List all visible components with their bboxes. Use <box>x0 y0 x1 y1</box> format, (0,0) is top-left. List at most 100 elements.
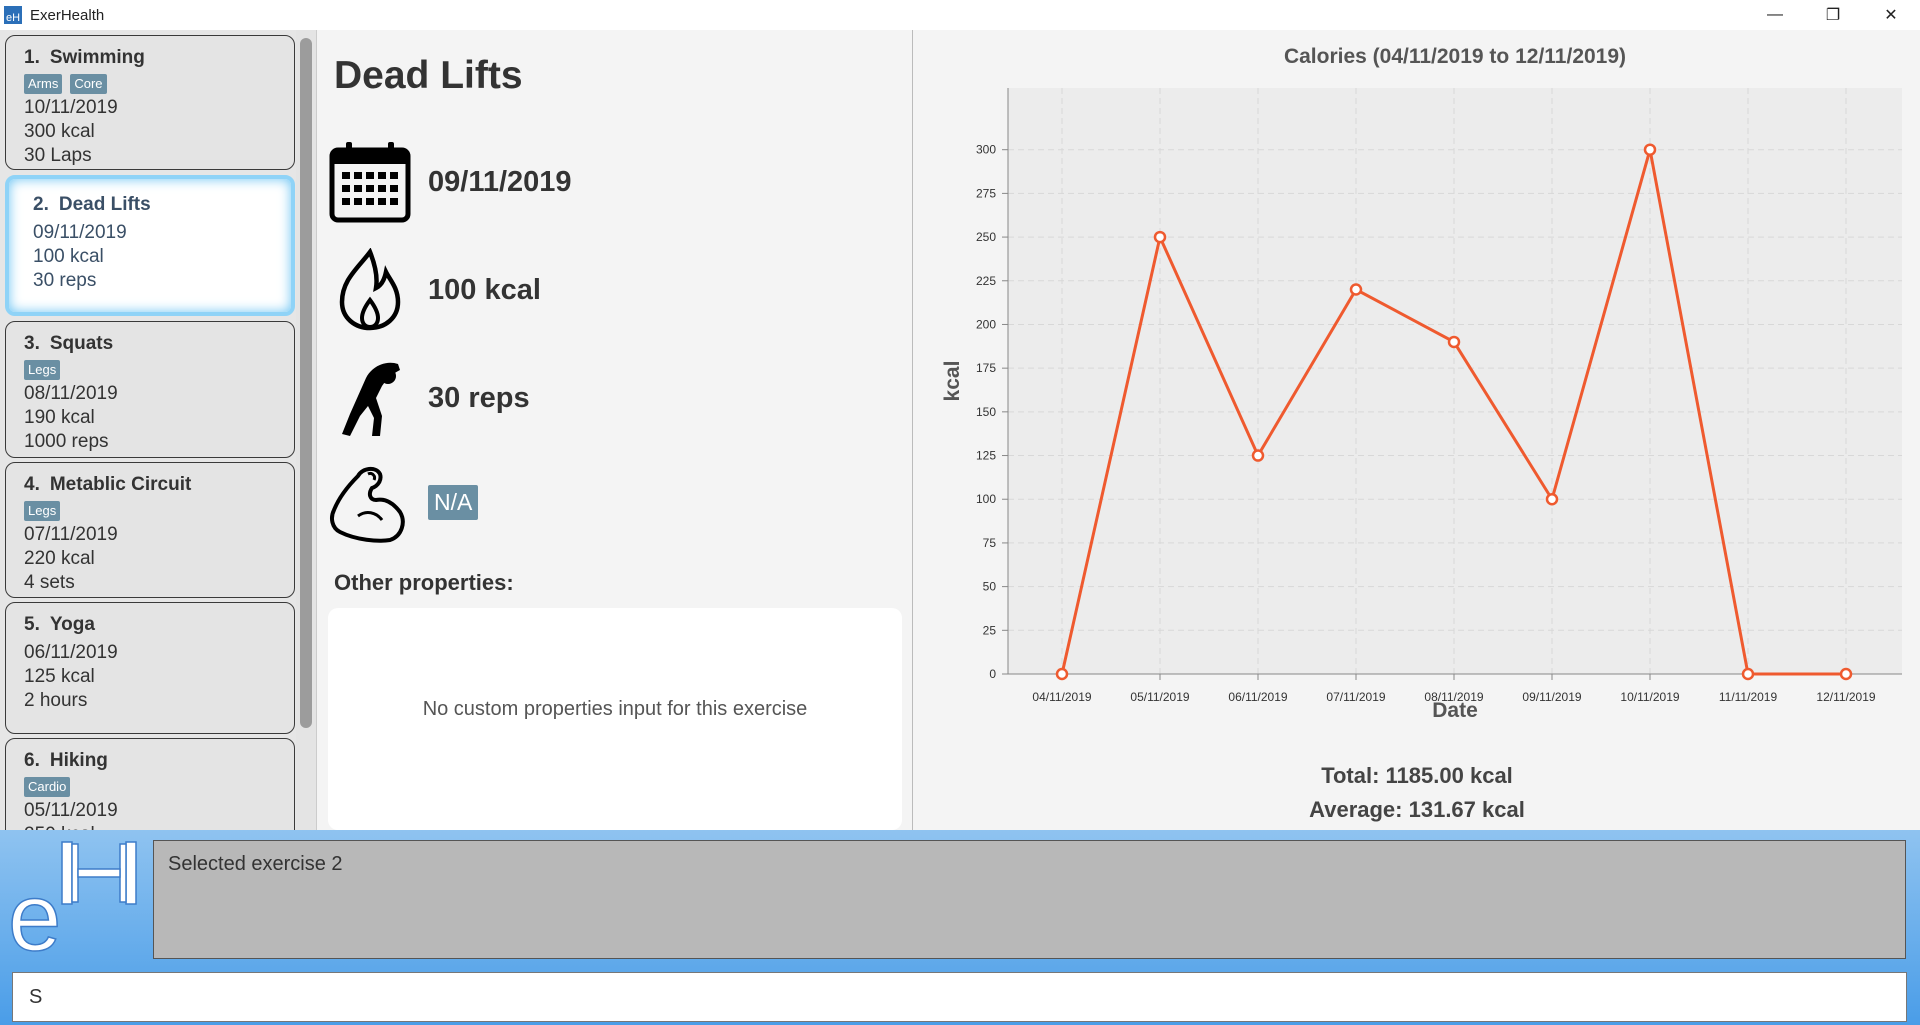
data-point <box>1349 283 1363 296</box>
data-point <box>1055 667 1069 681</box>
muscle-tag: Legs <box>24 360 61 380</box>
exercise-card-quantity: 1000 reps <box>24 431 109 452</box>
detail-calories: 100 kcal <box>428 273 541 306</box>
muscle-tag: Legs <box>24 501 61 521</box>
exercise-card-header: 6. Hiking <box>24 749 276 773</box>
exercise-card-tags: Legs <box>24 360 276 380</box>
other-properties-title: Other properties: <box>334 570 514 595</box>
exercise-card-tags: Arms Core <box>24 74 276 94</box>
total-calories: Total: 1185.00 kcal <box>1321 763 1513 788</box>
close-button[interactable]: ✕ <box>1862 0 1920 30</box>
x-tick-label: 04/11/2019 <box>1032 690 1091 704</box>
x-tick-label: 10/11/2019 <box>1620 690 1679 704</box>
exercise-card-header: 4. Metablic Circuit <box>24 473 276 497</box>
x-tick-label: 05/11/2019 <box>1130 690 1189 704</box>
exercise-card[interactable]: 1. Swimming Arms Core 10/11/2019 300 kcal 30 L… <box>5 35 295 170</box>
plot-background <box>1008 88 1902 674</box>
exercise-card[interactable]: 4. Metablic Circuit Legs 07/11/2019 220 kcal… <box>5 462 295 598</box>
exercise-detail-panel: Dead Lifts 09/11/2019 100 kcal 30 reps N… <box>318 30 913 830</box>
exerhealth-logo: e <box>7 836 142 972</box>
y-tick-label: 100 <box>976 492 996 506</box>
exercise-card[interactable]: 5. Yoga 06/11/2019 125 kcal 2 hours <box>5 602 295 734</box>
exercise-card-index: 5. <box>24 614 40 635</box>
exercise-card-tags: Legs <box>24 501 276 521</box>
y-tick-label: 275 <box>976 186 996 200</box>
exercise-card-index: 3. <box>24 333 40 354</box>
data-point <box>1153 230 1167 244</box>
detail-quantity-row: 30 reps <box>328 356 888 440</box>
exercise-card[interactable]: 2. Dead Lifts 09/11/2019 100 kcal 30 reps <box>5 175 295 316</box>
exercise-card-date: 08/11/2019 <box>24 383 118 404</box>
exercise-card-name: Squats <box>49 333 114 354</box>
exercise-card-quantity: 30 Laps <box>24 145 92 166</box>
chart-title: Calories (04/11/2019 to 12/11/2019) <box>1284 45 1626 68</box>
minimize-button[interactable]: — <box>1746 0 1804 30</box>
y-tick-label: 175 <box>976 361 996 375</box>
data-point <box>1545 492 1559 506</box>
x-tick-label: 11/11/2019 <box>1719 690 1778 704</box>
exercise-card-calories: 250 kcal <box>24 823 276 830</box>
detail-calories-row: 100 kcal <box>328 248 888 332</box>
calories-chart-panel: 0 25 50 75 100 125 150 175 200 225 250 275 300 04/11/… <box>914 30 1920 830</box>
calendar-icon <box>328 140 412 224</box>
data-point <box>1643 143 1657 156</box>
exercise-card[interactable]: 6. Hiking Cardio 05/11/2019 250 kcal <box>5 738 295 830</box>
exercise-card-calories: 190 kcal <box>24 407 95 428</box>
y-tick-label: 50 <box>983 580 997 594</box>
exercise-card-calories: 125 kcal <box>24 666 95 687</box>
exercise-card-index: 4. <box>24 474 40 495</box>
y-tick-label: 75 <box>983 536 997 550</box>
exercise-card-header: 3. Squats <box>24 332 276 356</box>
maximize-button[interactable]: ❐ <box>1804 0 1862 30</box>
y-tick-label: 225 <box>976 274 996 288</box>
exercise-card-calories: 100 kcal <box>33 246 104 267</box>
exercise-list[interactable]: 1. Swimming Arms Core 10/11/2019 300 kcal 30 L… <box>0 30 317 830</box>
other-properties-box: No custom properties input for this exer… <box>328 608 902 830</box>
average-calories: Average: 131.67 kcal <box>1309 797 1525 822</box>
detail-quantity: 30 reps <box>428 381 530 414</box>
y-tick-label: 0 <box>989 667 996 681</box>
x-tick-label: 09/11/2019 <box>1522 690 1581 704</box>
exercise-card-tags: Cardio <box>24 777 276 797</box>
window-controls: — ❐ ✕ <box>1746 0 1920 30</box>
exercise-card-quantity: 4 sets <box>24 572 75 593</box>
exercise-card-index: 1. <box>24 47 40 68</box>
exercise-card[interactable]: 3. Squats Legs 08/11/2019 190 kcal 1000 reps <box>5 321 295 458</box>
exercise-card-header: 5. Yoga <box>24 613 276 637</box>
detail-date-row: 09/11/2019 <box>328 140 888 224</box>
data-point <box>1447 335 1461 349</box>
calories-chart: 0 25 50 75 100 125 150 175 200 225 250 275 300 04/11/… <box>941 45 1902 722</box>
exercise-card-header: 2. Dead Lifts <box>33 193 267 217</box>
x-axis-label: Date <box>1432 699 1478 722</box>
exercise-card-date: 05/11/2019 <box>24 800 118 821</box>
exercise-card-date: 07/11/2019 <box>24 524 118 545</box>
exercise-card-date: 09/11/2019 <box>33 222 127 243</box>
exercise-card-quantity: 30 reps <box>33 270 97 291</box>
scrollbar-thumb[interactable] <box>300 38 312 728</box>
y-tick-label: 250 <box>976 230 996 244</box>
result-display: Selected exercise 2 <box>153 840 1906 959</box>
exercise-card-calories: 300 kcal <box>24 121 95 142</box>
y-tick-label: 150 <box>976 405 996 419</box>
y-tick-label: 300 <box>976 143 996 157</box>
muscle-tag: N/A <box>428 484 479 520</box>
y-tick-label: 25 <box>983 623 997 637</box>
x-tick-label: 12/11/2019 <box>1816 690 1875 704</box>
y-axis-label: kcal <box>941 361 964 402</box>
x-tick-label: 06/11/2019 <box>1228 690 1287 704</box>
command-input[interactable] <box>12 972 1907 1022</box>
detail-title: Dead Lifts <box>334 54 523 97</box>
window-title: ExerHealth <box>30 6 105 24</box>
data-point <box>1251 449 1265 462</box>
exercise-card-date: 06/11/2019 <box>24 642 118 663</box>
muscle-tag: Arms <box>24 74 63 94</box>
exercise-card-calories: 220 kcal <box>24 548 95 569</box>
muscle-tag: Core <box>70 74 107 94</box>
exercise-card-name: Swimming <box>49 47 145 68</box>
exercise-card-quantity: 2 hours <box>24 690 88 711</box>
exercise-card-name: Metablic Circuit <box>49 474 192 495</box>
exercise-card-header: 1. Swimming <box>24 46 276 70</box>
data-point <box>1839 667 1853 681</box>
list-scrollbar[interactable] <box>296 30 316 830</box>
exercise-card-name: Dead Lifts <box>58 194 151 215</box>
